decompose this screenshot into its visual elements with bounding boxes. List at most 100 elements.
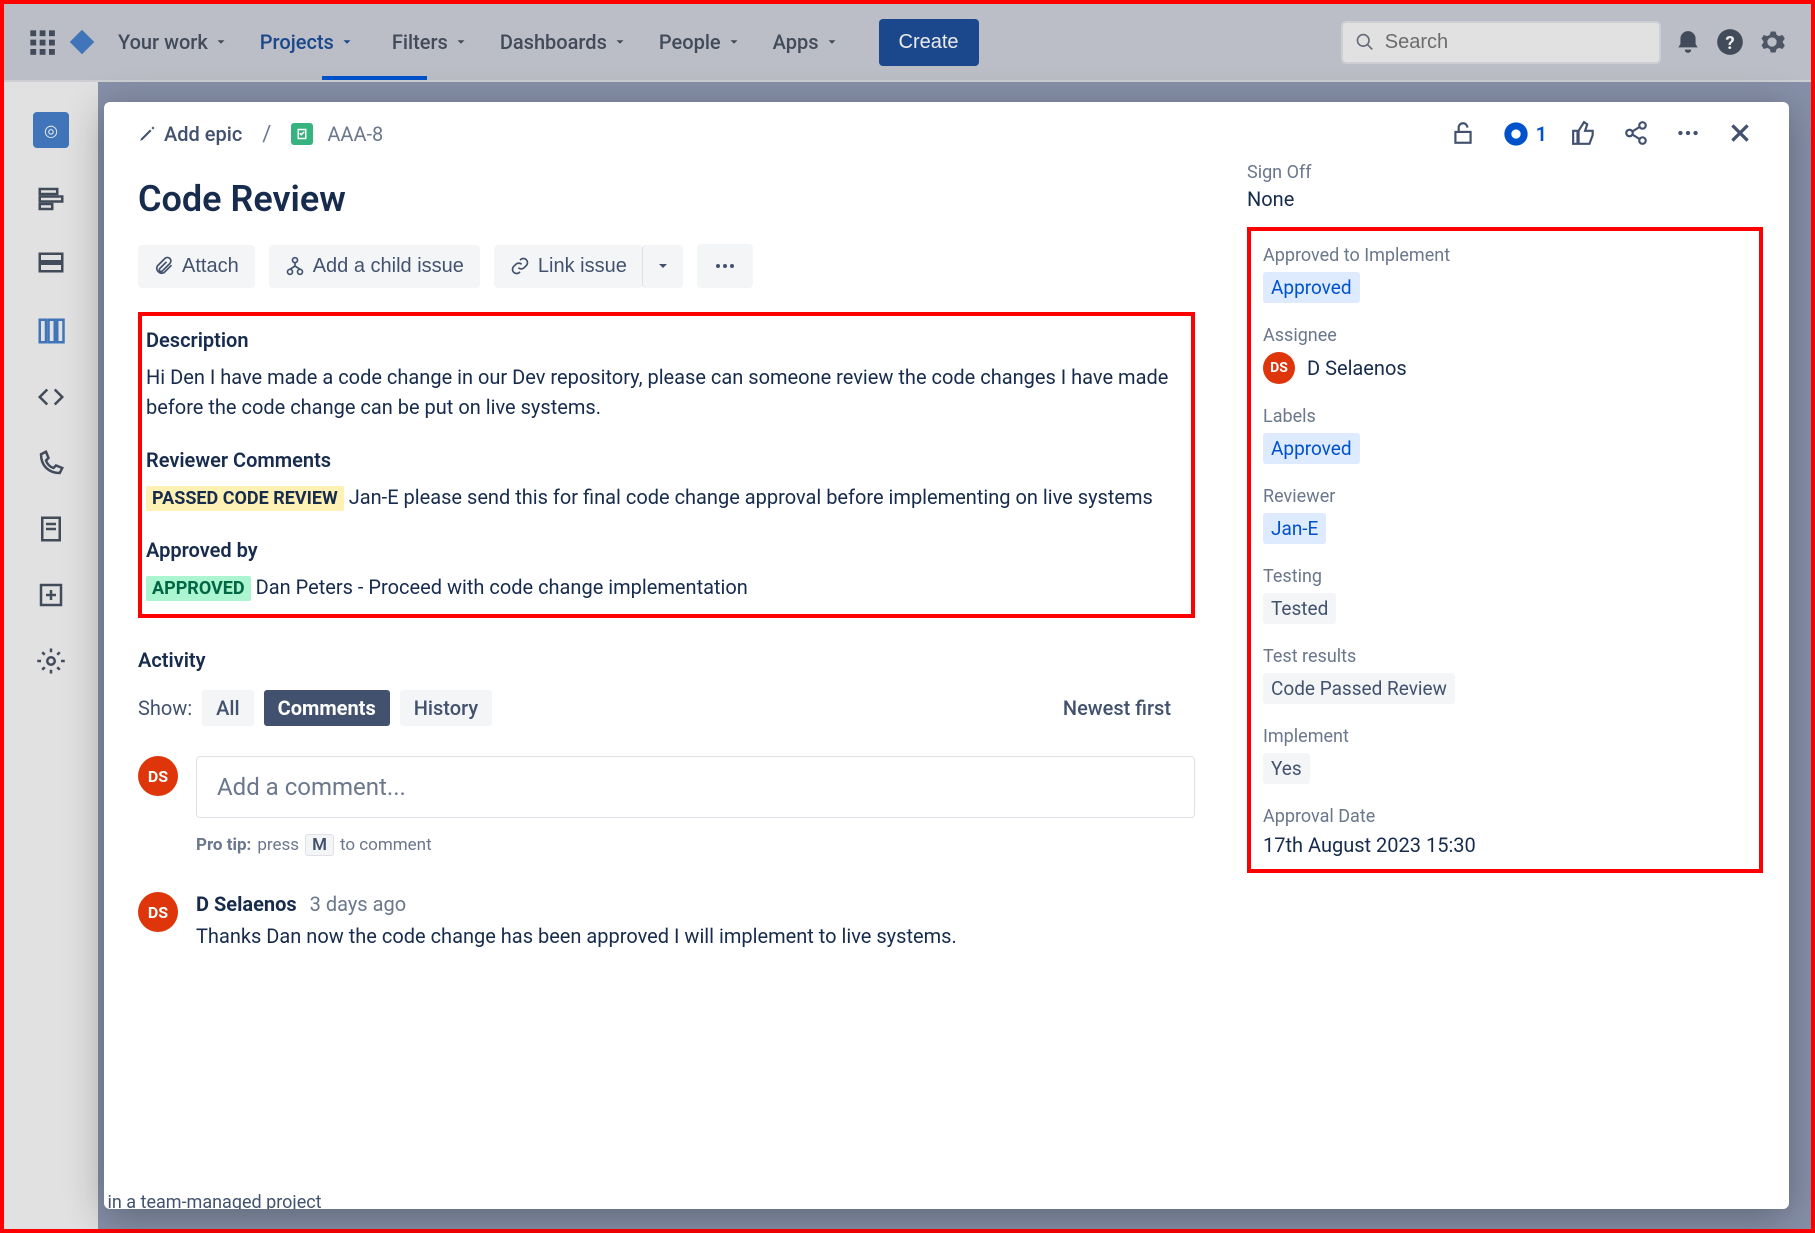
activity-tabs-row: Show: All Comments History Newest first [138,690,1195,726]
comment-protip: Pro tip: press M to comment [196,834,1195,856]
lock-icon[interactable] [1450,120,1478,148]
add-epic-button[interactable]: Add epic [138,122,242,146]
comment-time: 3 days ago [310,892,406,916]
sidebar-backlog-icon[interactable] [36,250,66,280]
help-icon[interactable]: ? [1715,27,1745,57]
sidebar-oncall-icon[interactable] [36,448,66,478]
description-text[interactable]: Hi Den I have made a code change in our … [146,362,1179,422]
attach-button[interactable]: Attach [138,245,255,288]
issue-title[interactable]: Code Review [138,178,1195,220]
tree-icon [285,256,305,276]
modal-header: Add epic / AAA-8 1 [104,102,1789,148]
watchers-button[interactable]: 1 [1502,120,1547,148]
add-child-button[interactable]: Add a child issue [269,245,480,288]
description-highlight-box: Description Hi Den I have made a code ch… [138,312,1195,618]
sidebar-board-icon[interactable] [36,316,66,346]
approved-tag: APPROVED [146,576,251,601]
passed-review-tag: PASSED CODE REVIEW [146,486,344,511]
comment-body: Thanks Dan now the code change has been … [196,924,957,948]
field-assignee-value[interactable]: DS D Selaenos [1263,352,1747,384]
app-switcher-icon[interactable] [28,28,56,56]
field-implement-value[interactable]: Yes [1263,753,1310,784]
eye-icon [1502,120,1530,148]
field-approvaldate-value[interactable]: 17th August 2023 15:30 [1263,833,1747,857]
tab-all[interactable]: All [202,690,253,726]
field-assignee-label: Assignee [1263,325,1747,346]
more-actions-icon[interactable] [1675,120,1703,148]
issue-key[interactable]: AAA-8 [327,122,383,146]
sidebar-roadmap-icon[interactable] [36,184,66,214]
comment-author-avatar: DS [138,892,178,932]
current-user-avatar: DS [138,756,178,796]
sort-button[interactable]: Newest first [1063,696,1195,720]
comment-input[interactable]: Add a comment... [196,756,1195,818]
field-reviewer-value[interactable]: Jan-E [1263,513,1326,544]
nav-active-underline [322,76,427,80]
side-fields-highlight-box: Approved to Implement Approved Assignee … [1247,227,1763,873]
issue-side-panel: Sign Off None Approved to Implement Appr… [1229,148,1789,1209]
field-approved-value[interactable]: Approved [1263,272,1360,303]
nav-filters[interactable]: Filters [382,22,478,62]
svg-text:?: ? [1725,32,1734,54]
pencil-icon [138,125,156,143]
like-icon[interactable] [1571,120,1599,148]
nav-people[interactable]: People [649,22,751,62]
sort-icon [1177,699,1195,717]
signoff-label: Sign Off [1247,162,1763,183]
more-toolbar-button[interactable] [697,244,753,288]
field-reviewer-label: Reviewer [1263,486,1747,507]
link-issue-button[interactable]: Link issue [494,245,643,288]
sidebar-shortcut-icon[interactable] [36,580,66,610]
top-navbar: Your work Projects Filters Dashboards Pe… [4,4,1811,82]
assignee-avatar: DS [1263,352,1295,384]
settings-icon[interactable] [1757,27,1787,57]
reviewer-comments-text: PASSED CODE REVIEW Jan-E please send thi… [146,482,1179,512]
approved-by-text: APPROVED Dan Peters - Proceed with code … [146,572,1179,602]
action-toolbar: Attach Add a child issue Link issue [138,244,1195,288]
description-label: Description [146,328,1179,352]
sidebar-settings-icon[interactable] [36,646,66,676]
search-field[interactable] [1385,31,1647,54]
approved-by-body: Dan Peters - Proceed with code change im… [256,575,748,599]
breadcrumb-separator: / [256,122,277,147]
watchers-count: 1 [1536,122,1547,146]
close-icon[interactable] [1727,120,1755,148]
nav-apps[interactable]: Apps [763,22,849,62]
left-sidebar: ◎ [4,82,98,1229]
dots-icon [713,254,737,278]
notifications-icon[interactable] [1673,27,1703,57]
reviewer-comments-body: Jan-E please send this for final code ch… [349,485,1153,509]
create-button[interactable]: Create [879,19,979,66]
field-testing-value[interactable]: Tested [1263,593,1336,624]
comment-item: DS D Selaenos 3 days ago Thanks Dan now … [138,892,1195,948]
field-labels-value[interactable]: Approved [1263,433,1360,464]
reviewer-comments-label: Reviewer Comments [146,448,1179,472]
field-testing-label: Testing [1263,566,1747,587]
jira-logo-icon[interactable] [68,28,96,56]
show-label: Show: [138,696,192,720]
link-icon [510,256,530,276]
project-avatar-icon[interactable]: ◎ [33,112,69,148]
issue-modal: Add epic / AAA-8 1 Code Review Attach [104,102,1789,1209]
link-dropdown[interactable] [642,245,683,288]
signoff-value[interactable]: None [1247,187,1763,211]
activity-title: Activity [138,648,1195,672]
tab-history[interactable]: History [400,690,492,726]
search-icon [1355,31,1375,53]
main-content-pane: Code Review Attach Add a child issue Lin… [104,148,1229,1209]
nav-your-work[interactable]: Your work [108,22,238,62]
field-testresults-label: Test results [1263,646,1747,667]
add-epic-label: Add epic [164,122,242,146]
sidebar-code-icon[interactable] [36,382,66,412]
add-comment-row: DS Add a comment... [138,756,1195,818]
nav-projects[interactable]: Projects [250,22,370,62]
share-icon[interactable] [1623,120,1651,148]
search-input[interactable] [1341,21,1661,64]
field-testresults-value[interactable]: Code Passed Review [1263,673,1455,704]
sidebar-pages-icon[interactable] [36,514,66,544]
paperclip-icon [154,256,174,276]
tab-comments[interactable]: Comments [264,690,390,726]
assignee-name: D Selaenos [1307,356,1407,380]
nav-dashboards[interactable]: Dashboards [490,22,637,62]
comment-author[interactable]: D Selaenos [196,892,297,916]
